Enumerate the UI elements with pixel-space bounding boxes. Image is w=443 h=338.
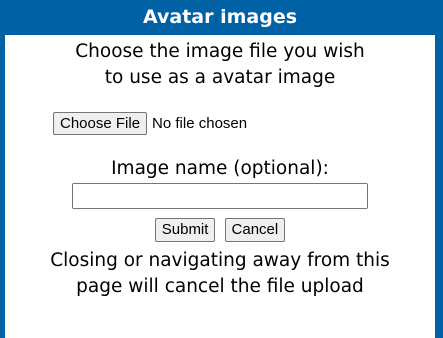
warning-line-2: page will cancel the file upload bbox=[76, 276, 364, 297]
instruction-line-1: Choose the image file you wish bbox=[75, 41, 365, 62]
image-name-input[interactable] bbox=[72, 183, 368, 209]
image-name-field-wrap bbox=[5, 183, 435, 209]
instruction-text: Choose the image file you wish to use as… bbox=[5, 39, 435, 91]
warning-line-1: Closing or navigating away from this bbox=[50, 250, 390, 271]
file-input[interactable]: Choose File No file chosen bbox=[5, 111, 435, 135]
action-buttons: Submit Cancel bbox=[5, 218, 435, 242]
avatar-images-dialog: Avatar images Choose the image file you … bbox=[5, 0, 435, 338]
submit-button[interactable]: Submit bbox=[154, 218, 216, 242]
choose-file-button[interactable]: Choose File bbox=[53, 111, 148, 135]
file-status: No file chosen bbox=[152, 114, 248, 132]
page-frame: Avatar images Choose the image file you … bbox=[0, 0, 443, 338]
dialog-title: Avatar images bbox=[5, 0, 435, 35]
upload-warning: Closing or navigating away from this pag… bbox=[5, 248, 435, 300]
instruction-line-2: to use as a avatar image bbox=[104, 67, 336, 88]
cancel-button[interactable]: Cancel bbox=[224, 218, 286, 242]
image-name-label: Image name (optional): bbox=[111, 158, 329, 179]
